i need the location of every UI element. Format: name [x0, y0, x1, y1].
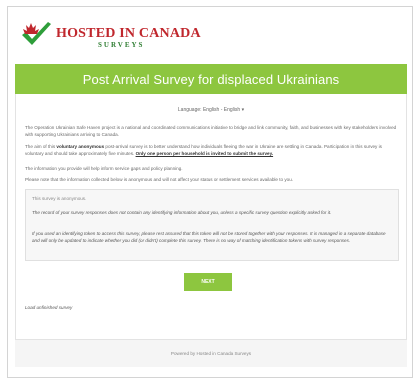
intro-paragraph-3: The information you provide will help in… [25, 166, 183, 171]
intro-paragraph-2: The aim of this voluntary anonymous post… [25, 143, 397, 157]
survey-title: Post Arrival Survey for displaced Ukrain… [82, 71, 340, 87]
language-label: Language: [177, 107, 202, 113]
anonymous-line-2: If you used an identifying token to acce… [32, 231, 386, 243]
maple-leaf-check-icon [22, 22, 51, 45]
survey-title-banner: Post Arrival Survey for displaced Ukrain… [15, 64, 407, 94]
chevron-down-icon[interactable]: ▾ [242, 107, 245, 113]
language-selector[interactable]: Language: English - English ▾ [16, 107, 406, 113]
intro-p2-emphasis: Only one person per household is invited… [135, 151, 274, 157]
anonymous-notice: This survey is anonymous. The record of … [25, 189, 399, 261]
load-unfinished-survey-link[interactable]: Load unfinished survey [25, 305, 72, 310]
anonymous-heading: This survey is anonymous. [32, 196, 87, 201]
logo-name: HOSTED IN CANADA [56, 26, 201, 41]
logo[interactable]: HOSTED IN CANADA SURVEYS [18, 19, 218, 53]
logo-tagline: SURVEYS [98, 41, 145, 49]
intro-paragraph-1: The Operation Ukrainian Safe Haven proje… [25, 125, 397, 138]
footer-text: Powered by Hosted in Canada Surveys [170, 351, 252, 356]
intro-p2-start: The aim of this [25, 144, 57, 149]
survey-content: Language: English - English ▾ The Operat… [15, 94, 407, 339]
survey-page: HOSTED IN CANADA SURVEYS Post Arrival Su… [7, 6, 413, 378]
footer: Powered by Hosted in Canada Surveys [15, 339, 407, 367]
intro-p2-bold: voluntary anonymous [56, 144, 105, 149]
intro-paragraph-4: Please note that the information collect… [25, 177, 294, 182]
anonymous-line-1: The record of your survey responses does… [32, 210, 332, 215]
next-button[interactable]: NEXT [184, 273, 232, 291]
language-selected[interactable]: English - English [203, 107, 240, 113]
